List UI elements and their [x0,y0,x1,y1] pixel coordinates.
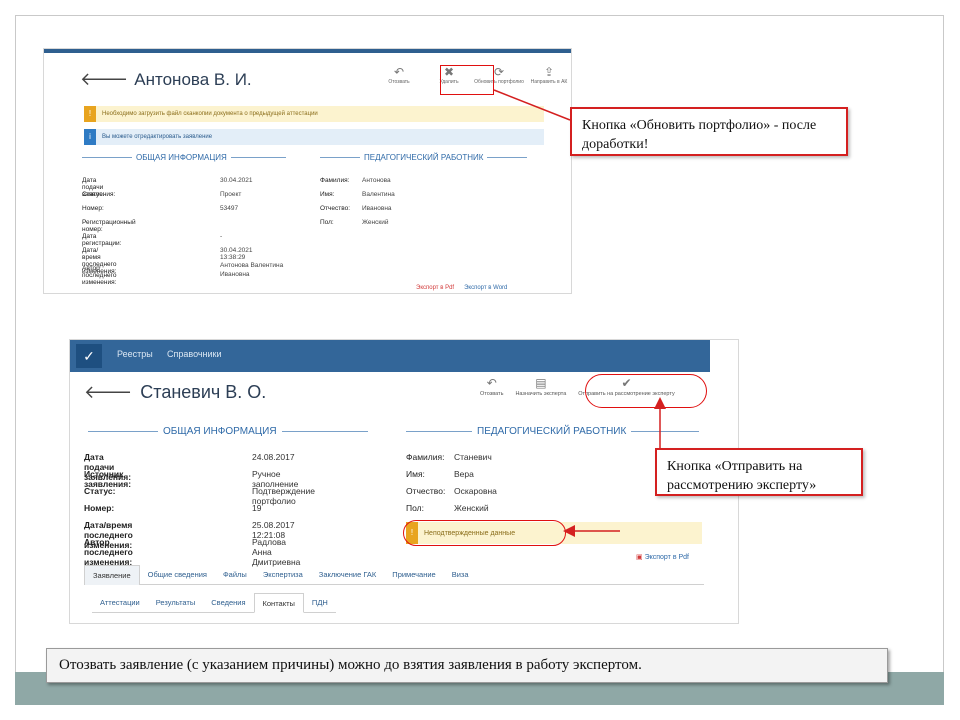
tab-expertise[interactable]: Экспертиза [255,565,311,585]
send-to-ak-label: Направить в АК [530,79,568,85]
section-teacher: ПЕДАГОГИЧЕСКИЙ РАБОТНИК [406,426,700,437]
page-title: 🡐 Станевич В. О. [84,382,266,403]
section-general: ОБЩАЯ ИНФОРМАЦИЯ [88,426,368,437]
field-value: Антонова Валентина Ивановна [220,262,284,278]
field-value: 24.08.2017 [252,452,295,462]
highlight-box [440,65,494,95]
field-label: Автор последнего изменения: [84,537,133,567]
field-value: 19 [252,503,262,513]
callout-refresh: Кнопка «Обновить портфолио» - после дора… [570,107,848,156]
field-label: Фамилия: [406,452,445,462]
warning-icon: ! [84,106,96,122]
field-value: Радлова Анна Дмитриевна [252,537,301,567]
warning-banner: ! Необходимо загрузить файл сканкопии док… [84,106,544,122]
subtab-certifications[interactable]: Аттестации [92,593,148,613]
screenshot-stanevich: ✓ Реестры Справочники 🡐 Станевич В. О. ↶… [69,339,739,624]
field-value: Антонова [362,177,391,184]
subtab-contacts[interactable]: Контакты [253,593,304,613]
section-general-title: ОБЩАЯ ИНФОРМАЦИЯ [163,426,277,437]
tab-gak-conclusion[interactable]: Заключение ГАК [311,565,385,585]
info-banner: i Вы можете отредактировать заявление [84,129,544,145]
subtab-details[interactable]: Сведения [203,593,253,613]
field-label: Пол: [320,219,334,226]
id-card-icon: ▤ [535,376,547,390]
field-label: Дата регистрации: [82,233,122,247]
field-value: Оскаровна [454,486,497,496]
field-value: 30.04.2021 13:38:29 [220,247,253,261]
callout-send-to-expert: Кнопка «Отправить на рассмотрению экспер… [655,448,863,496]
nav-directories[interactable]: Справочники [167,349,222,359]
section-general: ОБЩАЯ ИНФОРМАЦИЯ [82,153,286,162]
tab-general-info[interactable]: Общие сведения [140,565,215,585]
field-label: Номер: [82,205,104,212]
assign-expert-button[interactable]: ▤ Назначить эксперта [509,376,572,397]
info-text: Вы можете отредактировать заявление [102,134,213,140]
page-title-text: Антонова В. И. [134,69,252,89]
withdraw-button[interactable]: ↶ Отозвать [374,65,424,85]
back-arrow-icon[interactable]: 🡐 [80,69,128,90]
withdraw-button[interactable]: ↶ Отозвать [474,376,509,397]
field-label: Номер: [84,503,115,513]
field-value: Женский [454,503,489,513]
top-nav: ✓ Реестры Справочники [70,340,710,372]
tab-visa[interactable]: Виза [444,565,477,585]
undo-icon: ↶ [393,65,405,79]
field-label: Статус: [84,486,116,496]
field-value: Женский [362,219,389,226]
withdraw-label: Отозвать [388,79,410,85]
undo-icon: ↶ [486,376,497,390]
warning-text: Необходимо загрузить файл сканкопии доку… [102,111,318,117]
back-arrow-icon[interactable]: 🡐 [84,382,132,403]
field-value: Валентина [362,191,395,198]
field-value: Проект [220,191,242,198]
export-pdf-link[interactable]: ▣ Экспорт в Pdf [636,553,689,561]
export-pdf-link[interactable]: Экспорт в Pdf [416,285,454,291]
field-label: Имя: [320,191,335,198]
field-value: Станевич [454,452,492,462]
export-pdf-label: Экспорт в Pdf [644,554,689,561]
page-title-text: Станевич В. О. [140,382,267,402]
assign-expert-label: Назначить эксперта [515,391,567,397]
field-label: Отчество: [406,486,446,496]
field-label: Пол: [406,503,424,513]
tab-files[interactable]: Файлы [215,565,255,585]
withdraw-label: Отозвать [480,391,504,397]
subtab-results[interactable]: Результаты [148,593,204,613]
field-label: Статус: [82,191,105,198]
highlight-ellipse-warning [403,520,566,546]
section-teacher-title: ПЕДАГОГИЧЕСКИЙ РАБОТНИК [477,426,627,437]
field-value: Ивановна [362,205,392,212]
field-value: 53497 [220,205,239,212]
highlight-ellipse [585,374,707,408]
nav-registries[interactable]: Реестры [117,349,153,359]
send-to-ak-button[interactable]: ⇪ Направить в АК [524,65,571,85]
screenshot-antonova: 🡐 Антонова В. И. ↶ Отозвать ✖ Удалить ⟳ Обн… [43,48,572,294]
export-word-link[interactable]: Экспорт в Word [464,285,507,291]
field-label: Фамилия: [320,177,350,184]
field-value: Вера [454,469,474,479]
tab-bar: Заявление Общие сведения Файлы Экспертиз… [84,565,704,585]
page-title: 🡐 Антонова В. И. [80,69,252,90]
export-links: Экспорт в Pdf Экспорт в Word [416,285,507,291]
field-value: 30.04.2021 [220,177,253,184]
tab-note[interactable]: Примечание [384,565,443,585]
field-value: - [220,233,223,240]
pdf-icon: ▣ [636,554,643,561]
logo-icon[interactable]: ✓ [76,344,102,368]
field-label: Отчество: [320,205,351,212]
section-teacher: ПЕДАГОГИЧЕСКИЙ РАБОТНИК [320,153,528,162]
send-icon: ⇪ [543,65,555,79]
info-icon: i [84,129,96,145]
section-general-title: ОБЩАЯ ИНФОРМАЦИЯ [136,153,227,162]
field-label: Автор последнего изменения: [82,265,117,286]
field-label: Имя: [406,469,425,479]
subtab-bar: Аттестации Результаты Сведения Контакты … [92,593,336,613]
field-label: Регистрационный номер: [82,219,136,233]
subtab-pdn[interactable]: ПДН [304,593,336,613]
tab-application[interactable]: Заявление [84,565,140,585]
section-teacher-title: ПЕДАГОГИЧЕСКИЙ РАБОТНИК [364,153,484,162]
bottom-note: Отозвать заявление (с указанием причины)… [46,648,888,683]
top-bar [44,49,571,53]
